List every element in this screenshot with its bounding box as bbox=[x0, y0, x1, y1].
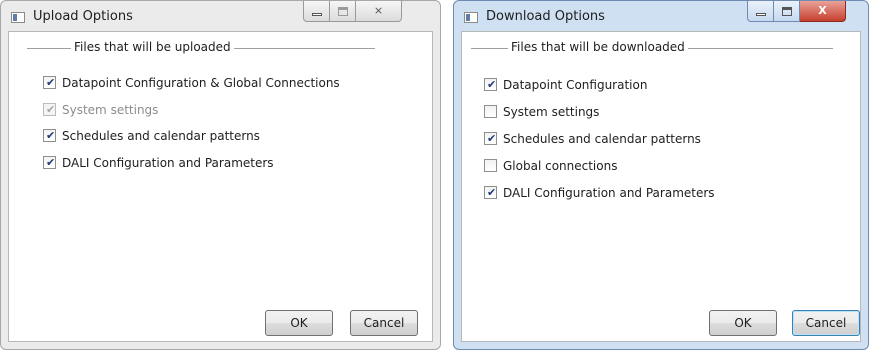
minimize-button[interactable] bbox=[303, 1, 330, 22]
close-button[interactable]: ⨯ bbox=[356, 1, 402, 22]
maximize-button[interactable] bbox=[330, 1, 356, 22]
ok-button[interactable]: OK bbox=[265, 310, 333, 336]
checkmark-icon: ✔ bbox=[487, 78, 497, 91]
checkmark-icon: ✔ bbox=[46, 103, 56, 116]
ok-button[interactable]: OK bbox=[709, 310, 777, 336]
checkbox-box[interactable]: ✔ bbox=[43, 76, 56, 89]
group-label: Files that will be uploaded bbox=[71, 40, 234, 54]
app-window-icon bbox=[464, 12, 478, 23]
checkbox-label: DALI Configuration and Parameters bbox=[503, 186, 715, 200]
download-options-dialog: Download Options X Files that will be do… bbox=[453, 0, 869, 350]
checkbox-box[interactable]: ✔ bbox=[43, 129, 56, 142]
checkmark-icon: ✔ bbox=[46, 156, 56, 169]
checkbox-box: ✔ bbox=[43, 103, 56, 116]
caption-buttons: ⨯ bbox=[303, 1, 402, 22]
minimize-icon bbox=[756, 13, 766, 16]
checkbox-label: Global connections bbox=[503, 159, 618, 173]
close-button[interactable]: X bbox=[800, 1, 846, 22]
checkbox-box[interactable] bbox=[484, 159, 497, 172]
checkbox-label: System settings bbox=[62, 103, 159, 117]
cancel-button[interactable]: Cancel bbox=[792, 310, 860, 336]
checkmark-icon: ✔ bbox=[46, 76, 56, 89]
checkbox-box[interactable]: ✔ bbox=[484, 78, 497, 91]
checkbox-label: Datapoint Configuration & Global Connect… bbox=[62, 76, 340, 90]
caption-buttons: X bbox=[747, 1, 846, 22]
minimize-icon bbox=[312, 13, 322, 16]
checkmark-icon: ✔ bbox=[46, 129, 56, 142]
checkbox-label: Datapoint Configuration bbox=[503, 78, 648, 92]
close-icon: ⨯ bbox=[373, 4, 384, 17]
window-title: Download Options bbox=[486, 9, 605, 24]
checkbox-label: Schedules and calendar patterns bbox=[62, 129, 260, 143]
checkbox-box[interactable]: ✔ bbox=[484, 186, 497, 199]
window-title: Upload Options bbox=[33, 9, 133, 24]
maximize-icon bbox=[782, 7, 792, 16]
group-label: Files that will be downloaded bbox=[508, 40, 688, 54]
upload-options-dialog: Upload Options ⨯ Files that will be uplo… bbox=[0, 0, 441, 350]
minimize-button[interactable] bbox=[747, 1, 774, 22]
checkbox-box[interactable]: ✔ bbox=[484, 132, 497, 145]
checkmark-icon: ✔ bbox=[487, 186, 497, 199]
close-icon: X bbox=[818, 4, 827, 17]
title-bar[interactable]: Upload Options ⨯ bbox=[1, 1, 440, 31]
title-bar[interactable]: Download Options X bbox=[454, 1, 868, 31]
checkbox-label: Schedules and calendar patterns bbox=[503, 132, 701, 146]
checkmark-icon: ✔ bbox=[487, 132, 497, 145]
maximize-icon bbox=[338, 7, 348, 16]
maximize-button[interactable] bbox=[774, 1, 800, 22]
checkbox-label: System settings bbox=[503, 105, 600, 119]
cancel-button[interactable]: Cancel bbox=[350, 310, 418, 336]
checkbox-box[interactable]: ✔ bbox=[43, 156, 56, 169]
app-window-icon bbox=[11, 12, 25, 23]
checkbox-label: DALI Configuration and Parameters bbox=[62, 156, 274, 170]
checkbox-box[interactable] bbox=[484, 105, 497, 118]
